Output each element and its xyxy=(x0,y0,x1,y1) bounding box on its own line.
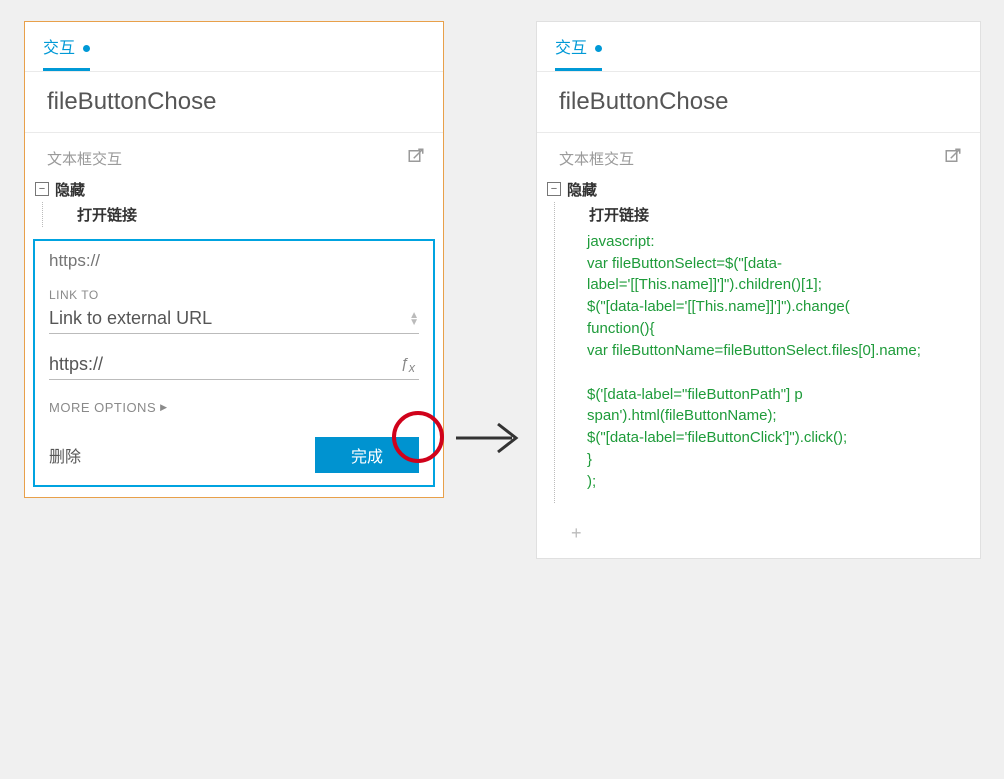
triangle-right-icon: ▶ xyxy=(160,402,167,413)
annotation-arrow-icon xyxy=(454,418,524,458)
tab-bar: 交互 xyxy=(25,22,443,72)
tree-node-open-link[interactable]: 打开链接 xyxy=(71,202,429,227)
action-tree: − 隐藏 打开链接 javascript: var fileButtonSele… xyxy=(537,173,980,515)
panel-title: fileButtonChose xyxy=(559,88,960,116)
url-field-row: https:// ƒx xyxy=(49,352,419,380)
interaction-panel-right: 交互 fileButtonChose 文本框交互 − 隐藏 打开链接 javas… xyxy=(536,21,981,559)
tree-children: 打开链接 javascript: var fileButtonSelect=$(… xyxy=(554,202,966,503)
code-line: $('[data-label="fileButtonPath"] p span'… xyxy=(587,384,952,426)
collapse-icon[interactable]: − xyxy=(547,182,561,196)
popout-icon[interactable] xyxy=(407,147,425,169)
tab-bar: 交互 xyxy=(537,22,980,72)
add-action-button[interactable]: + xyxy=(537,515,980,558)
action-tree: − 隐藏 打开链接 xyxy=(25,173,443,239)
code-line: javascript: xyxy=(587,231,952,252)
tree-label: 打开链接 xyxy=(589,204,649,225)
panel-title: fileButtonChose xyxy=(47,88,423,116)
code-line: $("[data-label='[[This.name]]']").change… xyxy=(587,296,952,317)
section-label: 文本框交互 xyxy=(47,148,122,169)
code-line: function(){ xyxy=(587,318,952,339)
link-to-label: LINK TO xyxy=(49,288,419,302)
title-row: fileButtonChose xyxy=(537,72,980,133)
tree-node-open-link[interactable]: 打开链接 xyxy=(583,202,966,227)
code-line: ); xyxy=(587,471,952,492)
section-header: 文本框交互 xyxy=(25,133,443,173)
popout-icon[interactable] xyxy=(944,147,962,169)
tree-node-hide[interactable]: − 隐藏 xyxy=(35,177,429,202)
tab-indicator-dot xyxy=(595,45,602,52)
code-line: $("[data-label='fileButtonClick']").clic… xyxy=(587,427,952,448)
open-link-form: LINK TO Link to external URL ▲▼ https://… xyxy=(33,239,435,487)
tree-label: 隐藏 xyxy=(567,179,597,200)
link-to-select[interactable]: Link to external URL ▲▼ xyxy=(49,302,419,334)
url-placeholder-input[interactable] xyxy=(49,241,419,278)
form-actions: 删除 完成 xyxy=(49,437,419,473)
title-row: fileButtonChose xyxy=(25,72,443,133)
fx-icon[interactable]: ƒx xyxy=(396,355,419,375)
tab-label: 交互 xyxy=(555,40,587,57)
delete-button[interactable]: 删除 xyxy=(49,443,81,467)
collapse-icon[interactable]: − xyxy=(35,182,49,196)
code-line: } xyxy=(587,449,952,470)
code-line: var fileButtonSelect=$("[data-label='[[T… xyxy=(587,253,952,295)
more-options-toggle[interactable]: MORE OPTIONS ▶ xyxy=(49,400,419,415)
tree-label: 打开链接 xyxy=(77,204,137,225)
tab-interaction[interactable]: 交互 xyxy=(43,34,90,71)
chevron-updown-icon: ▲▼ xyxy=(409,312,419,326)
javascript-code-block[interactable]: javascript: var fileButtonSelect=$("[dat… xyxy=(583,227,966,503)
url-field[interactable]: https:// xyxy=(49,352,396,377)
link-to-value: Link to external URL xyxy=(49,308,409,329)
done-button[interactable]: 完成 xyxy=(315,437,419,473)
interaction-panel-left: 交互 fileButtonChose 文本框交互 − 隐藏 打开链接 LINK … xyxy=(24,21,444,498)
tree-children: 打开链接 xyxy=(42,202,429,227)
tree-label: 隐藏 xyxy=(55,179,85,200)
section-header: 文本框交互 xyxy=(537,133,980,173)
code-line xyxy=(587,362,952,383)
more-options-label: MORE OPTIONS xyxy=(49,400,156,415)
tab-indicator-dot xyxy=(83,45,90,52)
tree-node-hide[interactable]: − 隐藏 xyxy=(547,177,966,202)
tab-interaction[interactable]: 交互 xyxy=(555,34,602,71)
section-label: 文本框交互 xyxy=(559,148,634,169)
tab-label: 交互 xyxy=(43,40,75,57)
code-line: var fileButtonName=fileButtonSelect.file… xyxy=(587,340,952,361)
